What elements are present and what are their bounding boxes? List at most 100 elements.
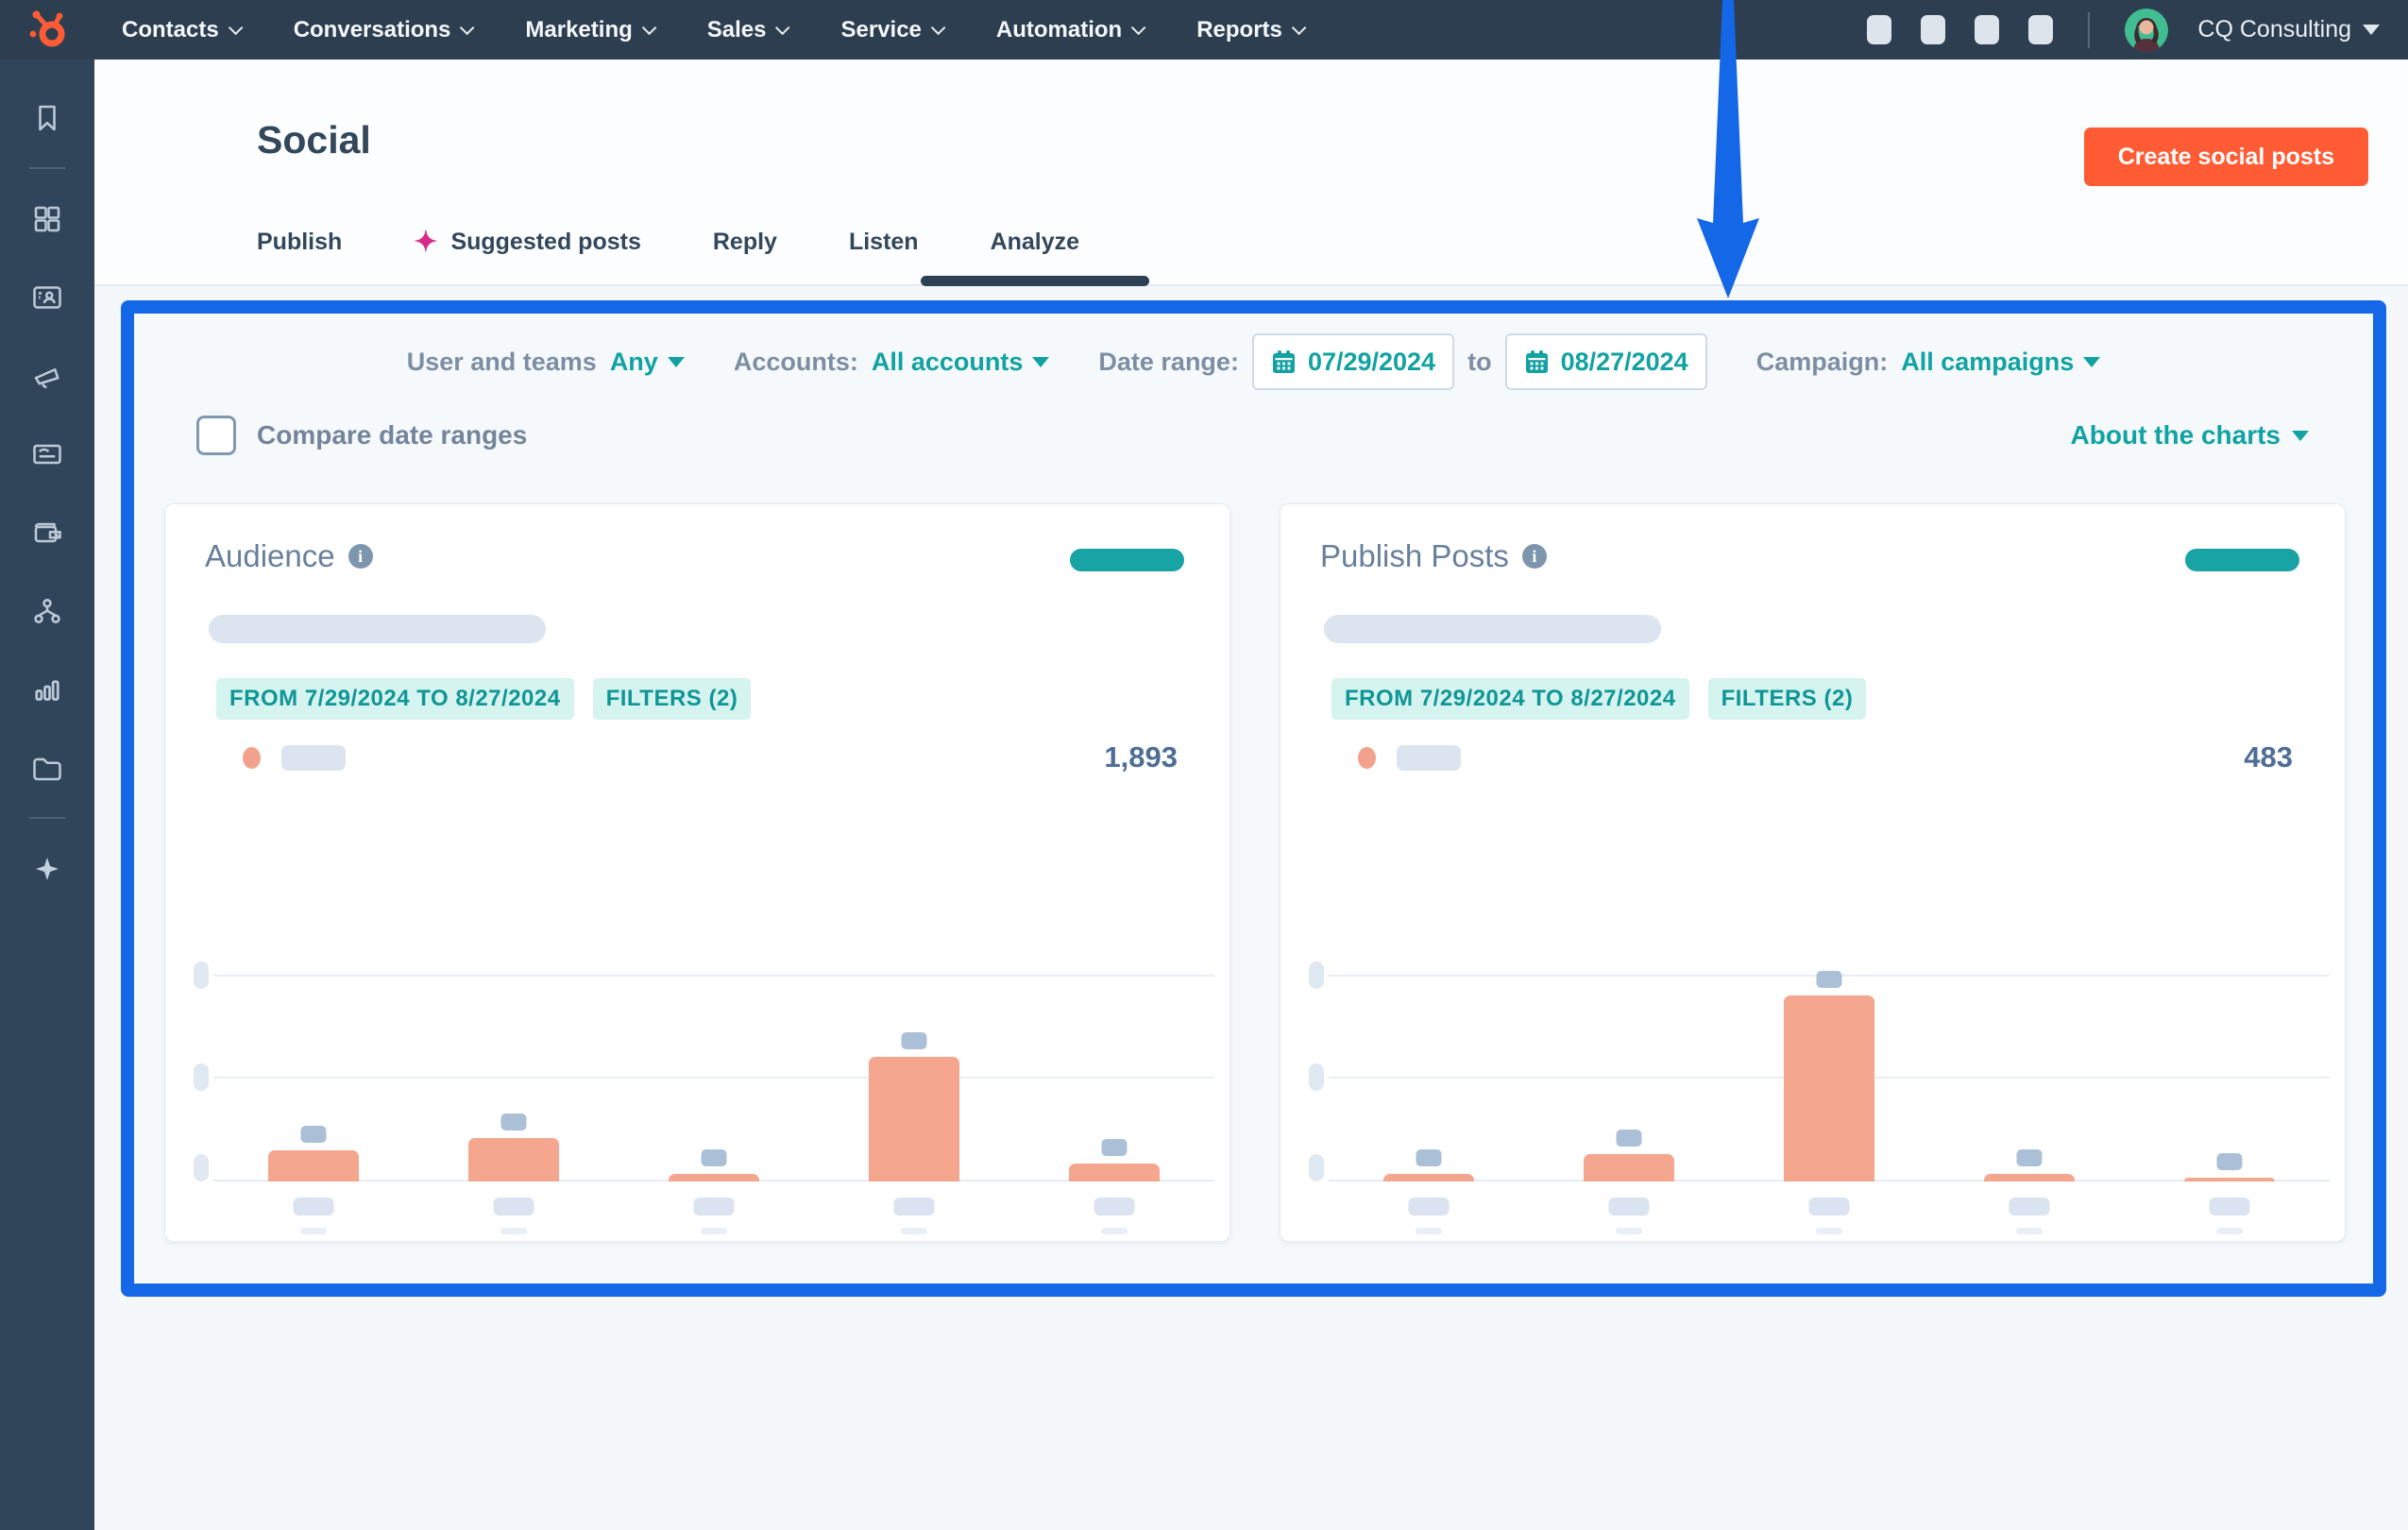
x-axis-label-placeholder	[494, 1198, 534, 1216]
bar	[2184, 1178, 2275, 1182]
filter-date-range: Date range: 07/29/2024 to	[1098, 333, 1706, 390]
tab-publish[interactable]: Publish	[257, 199, 342, 284]
sidebar-item-bookmark-icon[interactable]	[0, 78, 94, 157]
sidebar-item-folder-icon[interactable]	[0, 728, 94, 807]
chevron-down-icon	[1131, 21, 1146, 36]
chevron-down-icon	[229, 21, 244, 36]
accounts-dropdown[interactable]: All accounts	[872, 348, 1050, 377]
nav-menu-item-reports[interactable]: Reports	[1196, 17, 1302, 43]
avatar[interactable]	[2125, 8, 2168, 52]
campaign-value: All campaigns	[1901, 348, 2074, 377]
bar	[669, 1174, 759, 1182]
nav-menu-label: Conversations	[294, 17, 451, 43]
date-from-input[interactable]: 07/29/2024	[1252, 333, 1454, 390]
bar-value-placeholder	[902, 1032, 927, 1049]
bar-value-placeholder	[2017, 1149, 2043, 1166]
card-subtitle-placeholder	[209, 615, 546, 643]
sidebar-item-sparkle-icon[interactable]	[0, 829, 94, 908]
bar-slot	[1929, 975, 2129, 1182]
compare-date-ranges-checkbox[interactable]	[196, 416, 236, 455]
tab-label: Listen	[849, 229, 919, 256]
nav-menu-item-automation[interactable]: Automation	[996, 17, 1142, 43]
chevron-down-icon	[775, 21, 790, 36]
filter-row: User and teams Any Accounts: All account…	[134, 334, 2373, 389]
bar-value-placeholder	[1102, 1139, 1128, 1156]
tab-reply[interactable]: Reply	[713, 199, 777, 284]
y-axis-tick-placeholder	[194, 961, 209, 989]
info-icon[interactable]: i	[348, 544, 373, 569]
date-to-input[interactable]: 08/27/2024	[1505, 333, 1707, 390]
nav-menu-item-sales[interactable]: Sales	[707, 17, 787, 43]
bar-value-placeholder	[702, 1149, 727, 1166]
nav-app-icons	[1867, 15, 2053, 44]
to-label: to	[1467, 348, 1491, 377]
chevron-down-icon	[2363, 25, 2380, 35]
sidebar-item-grid-icon[interactable]	[0, 179, 94, 258]
x-axis-sublabel-placeholder	[2016, 1228, 2043, 1234]
sidebar-item-bar-chart-icon[interactable]	[0, 650, 94, 728]
megaphone-icon	[30, 359, 64, 393]
user-teams-dropdown[interactable]: Any	[610, 348, 685, 377]
nav-menu-item-contacts[interactable]: Contacts	[122, 17, 239, 43]
bar-slot	[614, 975, 814, 1182]
nav-right: CQ Consulting	[1867, 0, 2380, 60]
sidebar-item-contact-card-icon[interactable]	[0, 258, 94, 336]
filter-campaign: Campaign: All campaigns	[1756, 348, 2101, 377]
tab-label: Analyze	[991, 229, 1079, 256]
info-icon[interactable]: i	[1522, 544, 1547, 569]
metric-value: 1,893	[1104, 740, 1178, 774]
x-axis-sublabel-placeholder	[901, 1228, 927, 1234]
bar-slots	[1329, 975, 2330, 1182]
tab-bar: Publish ✦Suggested posts Reply Listen Analyz…	[257, 199, 1079, 284]
calendar-icon	[1271, 349, 1297, 375]
avatar-image	[2125, 8, 2168, 52]
sidebar-item-wallet-icon[interactable]	[0, 493, 94, 571]
bar-slot	[213, 975, 414, 1182]
tab-suggested-posts[interactable]: ✦Suggested posts	[414, 199, 641, 284]
bar-chart	[213, 975, 1214, 1182]
hubspot-sprocket-logo[interactable]	[26, 8, 70, 52]
create-social-posts-button[interactable]: Create social posts	[2084, 128, 2368, 186]
sidebar-item-workflow-icon[interactable]	[0, 571, 94, 650]
card-action-pill[interactable]	[1070, 549, 1184, 571]
card-action-pill[interactable]	[2185, 549, 2299, 571]
nav-menu-item-service[interactable]: Service	[840, 17, 941, 43]
wallet-icon	[30, 516, 64, 550]
bar	[1584, 1154, 1674, 1182]
tab-analyze[interactable]: Analyze	[991, 199, 1079, 284]
compare-date-ranges-label: Compare date ranges	[257, 420, 527, 450]
chart-legend	[243, 745, 346, 771]
bar	[1784, 995, 1874, 1182]
nav-menu-item-conversations[interactable]: Conversations	[294, 17, 471, 43]
nav-menu-label: Service	[840, 17, 921, 43]
nav-menu-item-marketing[interactable]: Marketing	[525, 17, 652, 43]
sidebar-item-newsletter-icon[interactable]	[0, 415, 94, 493]
chevron-down-icon	[642, 21, 657, 36]
chevron-down-icon	[931, 21, 946, 36]
x-axis-label-placeholder	[2009, 1198, 2050, 1216]
grid-icon	[30, 202, 64, 236]
chevron-down-icon	[1292, 21, 1307, 36]
x-axis-label-placeholder	[694, 1198, 735, 1216]
tab-listen[interactable]: Listen	[849, 199, 919, 284]
nav-menu-label: Automation	[996, 17, 1122, 43]
y-axis-tick-placeholder	[194, 1154, 209, 1182]
account-menu[interactable]: CQ Consulting	[2197, 16, 2380, 43]
nav-app-icon-placeholder[interactable]	[1921, 15, 1945, 44]
chevron-down-icon	[2083, 357, 2100, 367]
metric-value: 483	[2244, 740, 2293, 774]
about-the-charts-dropdown[interactable]: About the charts	[2071, 420, 2309, 450]
nav-app-icon-placeholder[interactable]	[1975, 15, 1999, 44]
date-to-value: 08/27/2024	[1561, 348, 1688, 377]
nav-menu: Contacts Conversations Marketing Sales Servi…	[122, 17, 1302, 43]
workflow-icon	[30, 594, 64, 628]
card-title-text: Publish Posts	[1320, 538, 1509, 574]
bar-value-placeholder	[1416, 1149, 1442, 1166]
nav-app-icon-placeholder[interactable]	[2028, 15, 2053, 44]
sidebar-item-megaphone-icon[interactable]	[0, 336, 94, 415]
nav-app-icon-placeholder[interactable]	[1867, 15, 1891, 44]
tab-label: Reply	[713, 229, 777, 256]
campaign-dropdown[interactable]: All campaigns	[1901, 348, 2100, 377]
report-card-audience: Audience i FROM 7/29/2024 TO 8/27/2024 F…	[164, 503, 1230, 1242]
x-axis-sublabel-placeholder	[500, 1228, 527, 1234]
